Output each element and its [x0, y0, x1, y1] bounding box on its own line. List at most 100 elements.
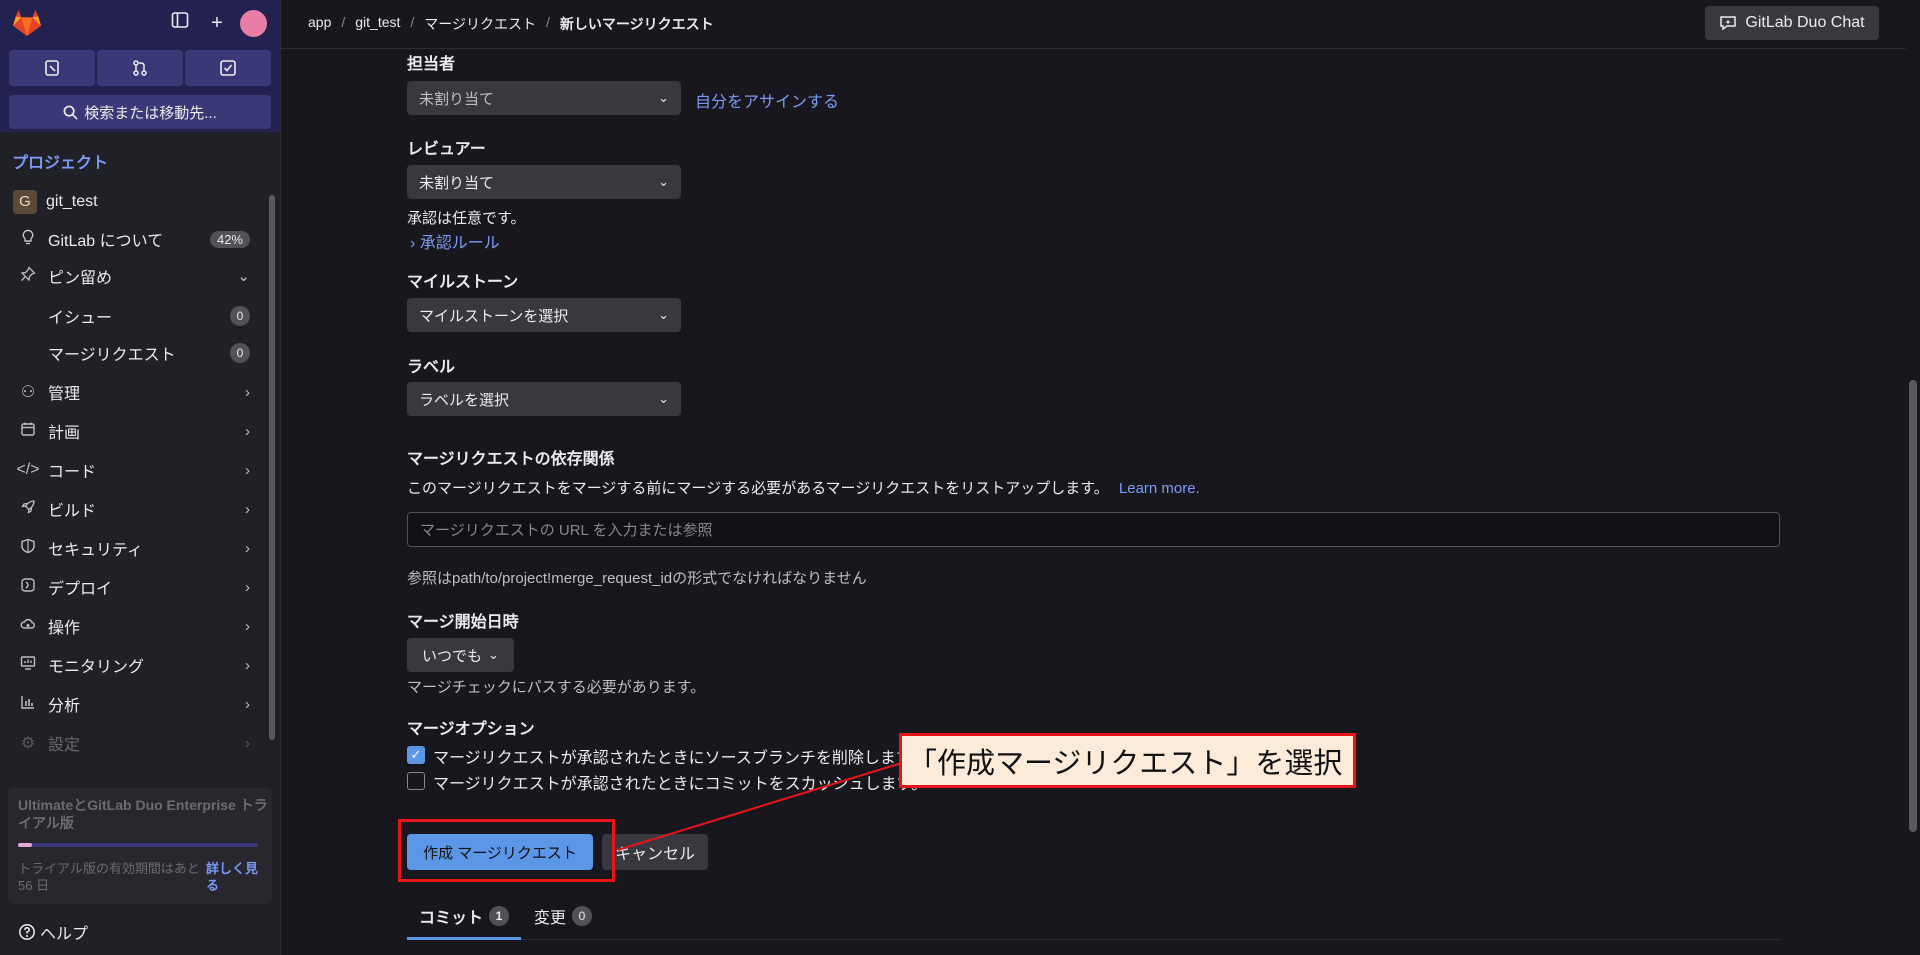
approval-rules-link[interactable]: › 承認ルール: [410, 229, 500, 253]
lightbulb-icon: [16, 229, 40, 250]
dependencies-placeholder: マージリクエストの URL を入力または参照: [420, 522, 713, 539]
tab-changes-label: 変更: [534, 910, 567, 927]
sidebar-item-issues[interactable]: イシュー 0: [0, 299, 262, 333]
sidebar-item-monitor[interactable]: モニタリング ›: [0, 648, 262, 682]
issues-icon: [45, 60, 59, 76]
todo-check-icon: [220, 60, 236, 76]
sidebar-item-analyze[interactable]: 分析 ›: [0, 687, 262, 721]
breadcrumb-separator: /: [546, 14, 550, 30]
sidebar: + 検索または移動先... プロジェクト G git_test GitLab に…: [0, 0, 281, 955]
breadcrumb-item-project[interactable]: git_test: [355, 14, 400, 34]
search-icon: [63, 105, 78, 120]
delete-branch-checkbox[interactable]: ✓: [407, 746, 425, 764]
sidebar-toggle-icon[interactable]: [167, 10, 193, 36]
sidebar-item-code[interactable]: </> コード ›: [0, 453, 262, 487]
chevron-right-icon: ›: [245, 578, 250, 596]
chart-icon: [16, 694, 40, 715]
merge-options-label: マージオプション: [407, 721, 535, 738]
pinned-label: ピン留め: [48, 270, 113, 287]
breadcrumb-item-current[interactable]: 新しいマージリクエスト: [560, 14, 714, 34]
tab-commits-label: コミット: [419, 910, 484, 927]
squash-commits-checkbox[interactable]: [407, 772, 425, 790]
trial-remaining-text: トライアル版の有効期間はあと 56 日: [18, 861, 200, 893]
breadcrumb-item-merge-requests[interactable]: マージリクエスト: [424, 14, 536, 34]
labels-label: ラベル: [407, 359, 456, 376]
duo-chat-button[interactable]: GitLab Duo Chat: [1705, 6, 1879, 40]
sidebar-item-about-gitlab[interactable]: GitLab について 42%: [0, 222, 262, 256]
duo-chat-label: GitLab Duo Chat: [1745, 14, 1865, 31]
trial-progress-bar: [18, 843, 258, 847]
milestone-dropdown[interactable]: マイルストーンを選択 ⌄: [407, 298, 681, 332]
build-label: ビルド: [48, 503, 97, 520]
merge-requests-shortcut-button[interactable]: [97, 50, 183, 86]
todo-shortcut-button[interactable]: [185, 50, 271, 86]
help-button[interactable]: ヘルプ: [18, 920, 88, 944]
annotation-highlight-box: [398, 819, 615, 882]
assignee-dropdown[interactable]: 未割り当て ⌄: [407, 81, 681, 115]
approval-optional-note: 承認は任意です。: [407, 210, 526, 227]
cloud-gear-icon: [16, 616, 40, 637]
gitlab-logo-icon[interactable]: [12, 9, 42, 37]
sidebar-item-plan[interactable]: 計画 ›: [0, 414, 262, 448]
chevron-right-icon: ›: [245, 422, 250, 440]
dependencies-input[interactable]: マージリクエストの URL を入力または参照: [407, 512, 1780, 547]
sidebar-scrollbar-thumb[interactable]: [269, 195, 275, 740]
merge-after-value: いつでも: [422, 647, 483, 665]
main-scrollbar-thumb[interactable]: [1909, 380, 1917, 832]
breadcrumb-item-app[interactable]: app: [308, 14, 331, 34]
chevron-right-icon: ›: [245, 617, 250, 635]
issues-label: イシュー: [48, 310, 113, 327]
chevron-right-icon: ›: [245, 500, 250, 518]
squash-commits-label[interactable]: マージリクエストが承認されたときにコミットをスカッシュします。: [433, 770, 927, 794]
merge-after-note: マージチェックにパスする必要があります。: [407, 679, 706, 696]
dependencies-help: 参照はpath/to/project!merge_request_idの形式でな…: [407, 570, 867, 587]
chevron-down-icon: ⌄: [658, 391, 669, 406]
learn-more-link[interactable]: Learn more.: [1119, 480, 1200, 497]
issues-count-badge: 0: [230, 306, 250, 326]
cancel-button[interactable]: キャンセル: [602, 834, 708, 870]
search-button[interactable]: 検索または移動先...: [9, 95, 271, 129]
merge-requests-label: マージリクエスト: [48, 347, 176, 364]
trial-title: UltimateとGitLab Duo Enterprise トライアル版: [18, 797, 268, 831]
tab-commits[interactable]: コミット 1: [419, 904, 510, 928]
breadcrumb-separator: /: [410, 14, 415, 30]
user-avatar[interactable]: [240, 10, 267, 37]
trial-progress-fill: [18, 843, 33, 847]
sidebar-item-build[interactable]: ビルド ›: [0, 492, 262, 526]
dependencies-description: このマージリクエストをマージする前にマージする必要があるマージリクエストをリスト…: [407, 477, 1200, 498]
sidebar-item-project[interactable]: G git_test: [0, 185, 262, 219]
users-icon: ⚇: [20, 384, 36, 401]
tab-changes-count: 0: [572, 906, 593, 926]
chevron-right-icon: ›: [245, 656, 250, 674]
monitor-icon: [16, 655, 40, 676]
reviewer-dropdown[interactable]: 未割り当て ⌄: [407, 165, 681, 199]
labels-value: ラベルを選択: [419, 391, 510, 409]
new-item-plus-icon[interactable]: +: [204, 10, 230, 36]
tab-changes[interactable]: 変更 0: [534, 904, 593, 928]
sidebar-item-security[interactable]: セキュリティ ›: [0, 531, 262, 565]
sidebar-item-merge-requests[interactable]: マージリクエスト 0: [0, 336, 262, 370]
delete-branch-label[interactable]: マージリクエストが承認されたときにソースブランチを削除します。: [433, 744, 926, 768]
milestone-value: マイルストーンを選択: [419, 307, 569, 325]
sidebar-item-pinned[interactable]: ピン留め ⌄: [0, 259, 262, 293]
issues-shortcut-button[interactable]: [9, 50, 95, 86]
merge-requests-count-badge: 0: [230, 343, 250, 363]
sidebar-item-deploy[interactable]: デプロイ ›: [0, 570, 262, 604]
merge-after-dropdown[interactable]: いつでも ⌄: [407, 638, 514, 672]
settings-label: 設定: [48, 737, 81, 754]
assign-self-link[interactable]: 自分をアサインする: [695, 88, 839, 112]
reviewer-label: レビュアー: [407, 141, 486, 158]
chevron-down-icon: ⌄: [237, 268, 250, 285]
sidebar-item-operate[interactable]: 操作 ›: [0, 609, 262, 643]
analyze-label: 分析: [48, 698, 81, 715]
chevron-down-icon: ⌄: [488, 647, 499, 662]
assignee-label: 担当者: [407, 56, 456, 73]
chevron-right-icon: ›: [245, 461, 250, 479]
sidebar-item-settings[interactable]: ⚙ 設定 ›: [0, 726, 262, 760]
sidebar-item-manage[interactable]: ⚇ 管理 ›: [0, 375, 262, 409]
breadcrumb: app / git_test / マージリクエスト / 新しいマージリクエスト: [308, 14, 714, 34]
deploy-icon: [16, 577, 40, 598]
trial-learn-more-link[interactable]: 詳しく見る: [206, 860, 266, 894]
tab-commits-count: 1: [489, 906, 510, 926]
labels-dropdown[interactable]: ラベルを選択 ⌄: [407, 382, 681, 416]
